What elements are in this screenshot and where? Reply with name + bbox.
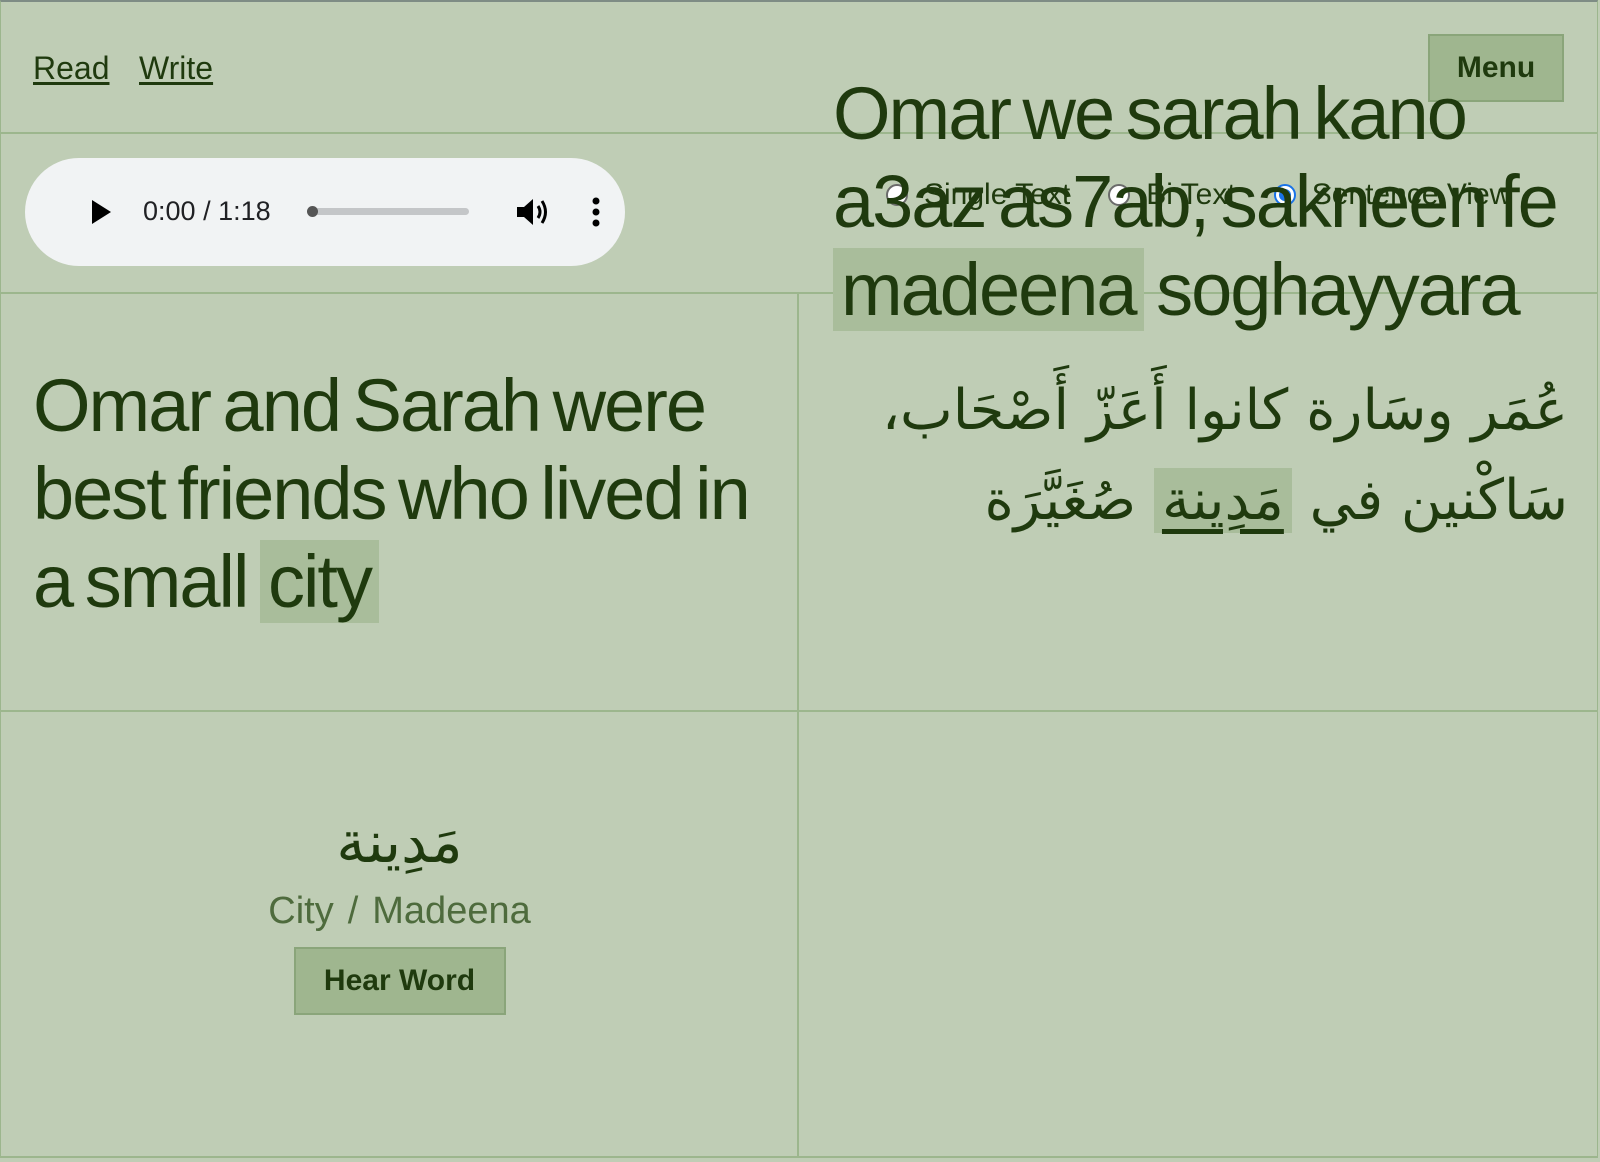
word-card: مَدِينة City / Madeena Hear Word: [0, 802, 799, 1015]
english-sentence: Omar and Sarah were best friends who liv…: [33, 362, 773, 626]
time-separator: /: [195, 196, 219, 226]
transliteration-sentence: Omar we sarah kano a3az as7ab, sakneen f…: [833, 70, 1573, 334]
current-time: 0:00: [143, 196, 196, 226]
nav-link-write[interactable]: Write: [139, 50, 213, 87]
english-highlighted-word[interactable]: city: [259, 540, 379, 623]
word-meaning: City: [268, 890, 334, 932]
play-button[interactable]: [81, 192, 121, 232]
word-arabic: مَدِينة: [336, 808, 463, 876]
more-options-button[interactable]: [581, 192, 611, 232]
english-text: Omar and Sarah were best friends who liv…: [33, 364, 751, 623]
nav-link-read[interactable]: Read: [33, 50, 110, 87]
transliteration-panel: [799, 712, 1598, 1158]
english-sentence-panel: Omar and Sarah were best friends who liv…: [0, 294, 799, 712]
translit-text: Omar we sarah kano a3az as7ab, sakneen f…: [833, 72, 1559, 243]
arabic-text-after: صُغَيَّرَة: [984, 468, 1154, 533]
volume-icon: [517, 199, 547, 225]
word-detail-panel: مَدِينة City / Madeena Hear Word: [0, 712, 799, 1158]
gloss-separator: /: [347, 890, 359, 932]
time-readout: 0:00 / 1:18: [143, 196, 271, 227]
progress-thumb[interactable]: [307, 206, 318, 217]
play-icon: [92, 200, 111, 224]
hear-word-button[interactable]: Hear Word: [293, 947, 506, 1015]
audio-player: 0:00 / 1:18: [25, 158, 625, 266]
arabic-sentence: عُمَر وسَارة كانوا أَعَزّ أَصْحَاب، سَاك…: [838, 366, 1568, 546]
duration: 1:18: [218, 196, 271, 226]
progress-slider[interactable]: [307, 206, 469, 217]
arabic-highlighted-word[interactable]: مَدِينة: [1153, 468, 1292, 533]
arabic-sentence-panel: عُمَر وسَارة كانوا أَعَزّ أَصْحَاب، سَاك…: [799, 294, 1598, 712]
word-gloss: City / Madeena: [0, 890, 799, 933]
volume-button[interactable]: [513, 192, 553, 232]
translit-text-after: soghayyara: [1143, 248, 1521, 331]
more-vertical-icon: [592, 197, 600, 227]
word-transliteration: Madeena: [372, 890, 531, 932]
translit-highlighted-word[interactable]: madeena: [833, 248, 1144, 331]
